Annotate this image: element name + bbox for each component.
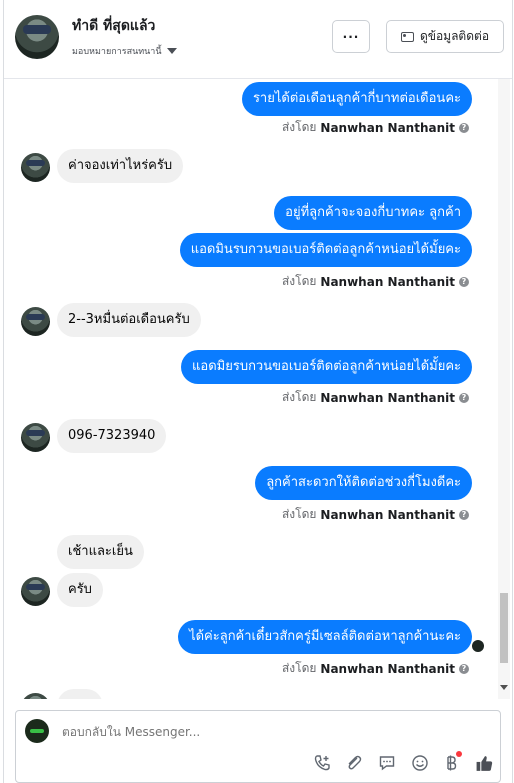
message-bubble-incoming[interactable]: เช้าและเย็น xyxy=(57,535,144,569)
message-bubble-outgoing[interactable]: รายได้ต่อเดือนลูกค้ากี่บาทต่อเดือนคะ xyxy=(241,82,472,116)
message-bubble-incoming[interactable]: ค่าจองเท่าไหร่ครับ xyxy=(57,149,184,183)
scrollbar-thumb[interactable] xyxy=(500,593,508,663)
assign-label: มอบหมายการสนทนานี้ xyxy=(72,47,162,57)
sent-by-label: ส่งโดย Nanwhan Nanthanit ? xyxy=(282,272,469,291)
contact-avatar-small xyxy=(21,423,50,452)
sent-by-label: ส่งโดย Nanwhan Nanthanit ? xyxy=(282,659,469,678)
message-thread: รายได้ต่อเดือนลูกค้ากี่บาทต่อเดือนคะ ส่ง… xyxy=(4,79,512,699)
info-icon[interactable]: ? xyxy=(459,509,469,520)
emoji-icon[interactable] xyxy=(410,753,430,773)
message-bubble-incoming[interactable]: ครับ xyxy=(57,573,103,607)
saved-replies-icon[interactable] xyxy=(377,753,397,773)
message-bubble-incoming[interactable]: 2--3หมื่นต่อเดือนครับ xyxy=(57,303,201,337)
thread-scrollbar[interactable] xyxy=(498,79,510,699)
caret-down-icon xyxy=(166,48,177,54)
thumbs-up-icon[interactable] xyxy=(474,753,494,773)
sent-by-label: ส่งโดย Nanwhan Nanthanit ? xyxy=(282,505,469,524)
contact-avatar-small xyxy=(21,577,50,606)
message-bubble-incoming[interactable]: 096-7323940 xyxy=(57,419,167,453)
message-bubble-outgoing[interactable]: ได้ค่ะลูกค้าเดี๋ยวสักครู่มีเซลล์ติดต่อหา… xyxy=(178,620,472,654)
assign-conversation-dropdown[interactable]: มอบหมายการสนทนานี้ xyxy=(72,44,177,58)
more-options-button[interactable]: ··· xyxy=(332,20,370,53)
ellipsis-icon: ··· xyxy=(342,29,360,44)
contact-card-icon xyxy=(400,31,414,42)
chat-panel: ทำดี ที่สุดแล้ว มอบหมายการสนทนานี้ ··· ด… xyxy=(3,0,513,783)
page-avatar xyxy=(25,719,49,743)
seen-avatar-icon xyxy=(472,640,484,652)
message-bubble-incoming-partial[interactable] xyxy=(57,689,103,699)
message-bubble-outgoing[interactable]: แอดมินรบกวนขอเบอร์ติดต่อลูกค้าหน่อยได้มั… xyxy=(179,233,472,267)
sent-by-label: ส่งโดย Nanwhan Nanthanit ? xyxy=(282,118,469,137)
contact-avatar[interactable] xyxy=(15,15,59,59)
view-contact-button[interactable]: ดูข้อมูลติดต่อ xyxy=(386,20,504,53)
contact-name[interactable]: ทำดี ที่สุดแล้ว xyxy=(72,15,155,37)
contact-avatar-small xyxy=(21,307,50,336)
info-icon[interactable]: ? xyxy=(459,663,469,674)
info-icon[interactable]: ? xyxy=(459,392,469,403)
view-contact-label: ดูข้อมูลติดต่อ xyxy=(419,29,490,43)
reply-input[interactable] xyxy=(62,725,362,739)
info-icon[interactable]: ? xyxy=(459,122,469,133)
notification-dot xyxy=(456,751,462,757)
conversation-header: ทำดี ที่สุดแล้ว มอบหมายการสนทนานี้ ··· ด… xyxy=(4,0,512,79)
message-bubble-outgoing[interactable]: อยู่ที่ลูกค้าจะจองกี่บาทคะ ลูกค้า xyxy=(274,196,472,230)
contact-avatar-small xyxy=(21,153,50,182)
info-icon[interactable]: ? xyxy=(459,276,469,287)
sent-by-label: ส่งโดย Nanwhan Nanthanit ? xyxy=(282,388,469,407)
message-bubble-outgoing[interactable]: ลูกค้าสะดวกให้ติดต่อช่วงกี่โมงดีคะ xyxy=(255,466,472,500)
message-bubble-outgoing[interactable]: แอดมิยรบกวนขอเบอร์ติดต่อลูกค้าหน่อยได้มั… xyxy=(181,350,472,384)
scroll-down-arrow-icon[interactable] xyxy=(500,685,508,690)
attachment-icon[interactable] xyxy=(344,753,364,773)
contact-avatar-small xyxy=(21,693,50,699)
call-icon[interactable] xyxy=(312,753,332,773)
message-composer xyxy=(15,710,501,783)
